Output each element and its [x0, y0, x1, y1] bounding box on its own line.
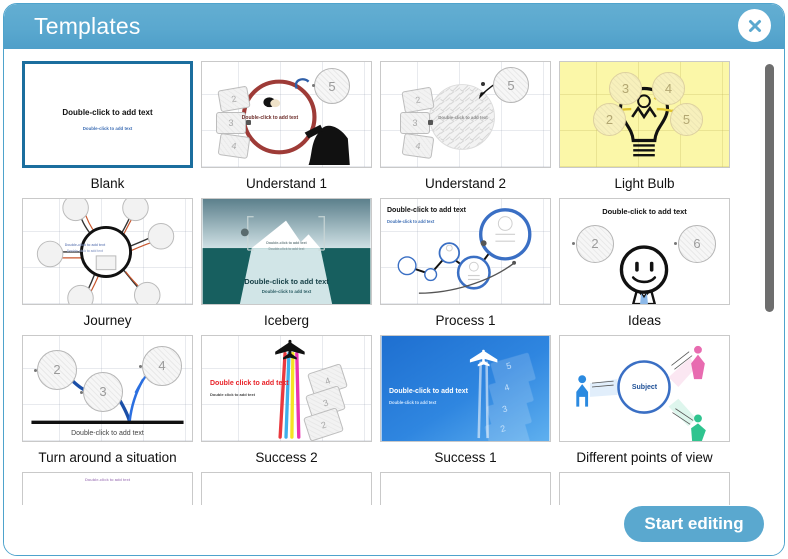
template-item-light-bulb[interactable]: 2 3 4 5 Light Bulb — [555, 61, 734, 192]
thumb-subtitle-text: Double-click to add text — [268, 246, 305, 251]
dialog-title: Templates — [34, 13, 141, 39]
card-4: 4 — [401, 133, 435, 159]
template-item-understand-2[interactable]: 2 3 4 5 Double-click to add text Underst… — [376, 61, 555, 192]
template-item-turn-around[interactable]: 2 3 4 Double-click to add text Turn arou… — [18, 334, 197, 466]
template-thumb-next-row[interactable] — [559, 471, 730, 505]
thumb-title-text: Double-click to add text — [266, 240, 307, 245]
template-thumb-next-row[interactable]: Double-click to add text — [22, 471, 193, 505]
template-item-points-of-view[interactable]: Subject Different points of view — [555, 334, 734, 466]
thumb-main-subtext: Double-click to add text — [261, 288, 312, 294]
template-label: Understand 1 — [245, 176, 328, 191]
template-item-blank[interactable]: Double-click to add text Double-click to… — [18, 61, 197, 192]
thumb-subtitle-text: Double-click to add text — [387, 218, 435, 224]
circle-4: 4 — [142, 345, 182, 386]
template-label: Turn around a situation — [38, 449, 177, 465]
dialog-body: Double-click to add text Double-click to… — [4, 49, 784, 555]
thumb-title-text: Double-click to add text — [602, 206, 687, 216]
template-label: Light Bulb — [614, 176, 675, 191]
thumb-title-text: Double-click to add text — [62, 108, 153, 117]
template-label: Blank — [90, 176, 125, 191]
template-thumb-blank[interactable]: Double-click to add text Double-click to… — [22, 61, 193, 168]
connector-dot — [139, 364, 142, 368]
connector-dot — [481, 82, 485, 86]
connector-dot — [428, 120, 433, 125]
template-label: Process 1 — [435, 312, 496, 328]
template-thumb-success-2[interactable]: 4 3 2 Double click to add text Double cl… — [201, 334, 372, 442]
template-grid: Double-click to add text Double-click to… — [18, 55, 756, 505]
template-thumb-next-row[interactable] — [201, 471, 372, 505]
scrollbar-thumb[interactable] — [765, 64, 774, 312]
thumb-subtitle-text: Double-click to add text — [82, 126, 133, 131]
template-label: Understand 2 — [424, 176, 507, 191]
template-thumb-iceberg[interactable]: Double-click to add text Double-click to… — [201, 197, 372, 305]
circle-5: 5 — [314, 68, 350, 104]
template-label: Success 2 — [255, 449, 318, 465]
subject-label: Subject — [631, 383, 658, 391]
thumb-subtitle-text: Double-click to add text — [67, 248, 103, 253]
template-thumb-next-row[interactable] — [380, 471, 551, 505]
card-4: 4 — [217, 133, 251, 159]
thumb-title-text: Double-click to add text — [84, 476, 131, 482]
template-item-process-1[interactable]: Double-click to add text Double-click to… — [376, 197, 555, 329]
template-grid-viewport: Double-click to add text Double-click to… — [18, 55, 756, 505]
circle-3: 3 — [83, 371, 123, 412]
circle-2: 2 — [576, 224, 614, 263]
templates-dialog: Templates Double-click to add text Doubl… — [3, 3, 785, 556]
thumb-title-text: Double-click to add text — [71, 429, 144, 437]
circle-2: 2 — [37, 349, 77, 390]
template-label: Ideas — [627, 312, 662, 328]
circle-4: 4 — [652, 72, 685, 105]
template-thumb-ideas[interactable]: 2 6 Double-click to add text — [559, 197, 730, 305]
start-editing-button[interactable]: Start editing — [624, 506, 764, 542]
template-label: Iceberg — [263, 312, 310, 328]
template-label: Journey — [83, 312, 132, 328]
circle-2: 2 — [593, 103, 626, 136]
template-item-understand-1[interactable]: 2 3 4 5 Double-click to add text Underst… — [197, 61, 376, 192]
template-thumb-understand-2[interactable]: 2 3 4 5 Double-click to add text — [380, 61, 551, 168]
connector-dot — [674, 241, 677, 245]
template-thumb-points-of-view[interactable]: Subject — [559, 334, 730, 442]
thumb-title-text: Double-click to add text — [438, 115, 488, 120]
circle-6: 6 — [678, 224, 716, 263]
template-item-success-1[interactable]: 5 4 3 2 Double-click to add text Double-… — [376, 334, 555, 466]
connector-dot — [312, 84, 315, 87]
thumb-subtitle-text: Double-click to add text — [389, 399, 437, 405]
thumb-title-text: Double-click to add text — [387, 206, 466, 214]
template-thumb-journey[interactable]: Double-click to add text Double-click to… — [22, 197, 193, 305]
template-thumb-turn-around[interactable]: 2 3 4 Double-click to add text — [22, 334, 193, 442]
dialog-titlebar: Templates — [4, 4, 784, 49]
template-thumb-success-1[interactable]: 5 4 3 2 Double-click to add text Double-… — [380, 334, 551, 442]
thumb-main-text: Double-click to add text — [244, 276, 329, 286]
success-2-artwork — [275, 339, 305, 439]
template-thumb-understand-1[interactable]: 2 3 4 5 Double-click to add text — [201, 61, 372, 168]
circle-5: 5 — [493, 67, 529, 103]
circle-5: 5 — [670, 103, 703, 136]
template-item-next-row[interactable] — [555, 471, 734, 505]
template-thumb-light-bulb[interactable]: 2 3 4 5 — [559, 61, 730, 168]
thumb-title-text: Double-click to add text — [64, 242, 106, 247]
close-icon[interactable] — [738, 9, 771, 42]
template-item-next-row[interactable]: Double-click to add text — [18, 471, 197, 505]
connector-dot — [572, 241, 575, 245]
template-list-scrollbar[interactable] — [765, 57, 774, 505]
thumb-subtitle-text: Double click to add text — [210, 391, 255, 397]
template-item-journey[interactable]: Double-click to add text Double-click to… — [18, 197, 197, 329]
template-thumb-process-1[interactable]: Double-click to add text Double-click to… — [380, 197, 551, 305]
connector-dot — [34, 368, 37, 372]
thumb-title-text: Double-click to add text — [241, 115, 299, 121]
template-item-iceberg[interactable]: Double-click to add text Double-click to… — [197, 197, 376, 329]
template-item-next-row[interactable] — [197, 471, 376, 505]
circle-3: 3 — [609, 72, 642, 105]
template-item-success-2[interactable]: 4 3 2 Double click to add text Double cl… — [197, 334, 376, 466]
connector-dot — [80, 390, 83, 394]
thumb-title-text: Double-click to add text — [389, 387, 468, 395]
light-bulb-artwork — [607, 81, 681, 157]
thumb-title-text: Double click to add text — [210, 379, 289, 387]
template-label: Different points of view — [576, 449, 713, 465]
template-label: Success 1 — [434, 449, 497, 465]
template-item-ideas[interactable]: 2 6 Double-click to add text Ideas — [555, 197, 734, 329]
template-item-next-row[interactable] — [376, 471, 555, 505]
process-1-artwork — [397, 207, 532, 294]
